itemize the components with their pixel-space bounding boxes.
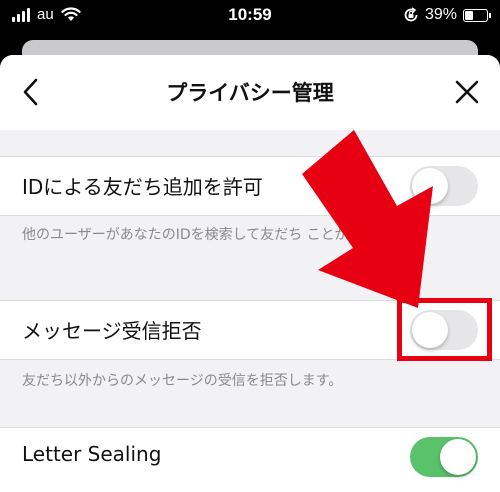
battery-fill — [465, 10, 473, 20]
status-bar: au 10:59 39% — [0, 0, 500, 30]
setting-label: IDによる友だち追加を許可 — [22, 175, 263, 199]
letter-sealing-toggle[interactable] — [410, 437, 478, 477]
rotation-lock-icon — [404, 7, 418, 22]
toggle-knob — [440, 439, 476, 475]
setting-row-allow-id-search: IDによる友だち追加を許可 — [0, 156, 500, 216]
page-title: プライバシー管理 — [166, 81, 334, 105]
setting-row-letter-sealing: Letter Sealing — [0, 427, 500, 492]
setting-label: Letter Sealing — [22, 442, 162, 466]
highlight-box — [397, 298, 492, 361]
setting-description: 友だち以外からのメッセージの受信を拒否します。 — [22, 373, 343, 389]
toggle-knob — [412, 168, 448, 204]
close-icon[interactable] — [454, 79, 480, 105]
battery-icon — [463, 8, 491, 22]
status-right: 39% — [403, 6, 491, 24]
setting-description: 他のユーザーがあなたのIDを検索して友だち ことができます。 — [22, 227, 418, 243]
privacy-sheet: プライバシー管理 IDによる友だち追加を許可 他のユーザーがあなたのIDを検索し… — [0, 55, 500, 492]
navbar: プライバシー管理 — [0, 55, 500, 130]
chevron-left-icon[interactable] — [20, 77, 42, 107]
battery-percent: 39% — [424, 6, 457, 23]
allow-id-search-toggle[interactable] — [410, 166, 478, 206]
setting-label: メッセージ受信拒否 — [22, 319, 202, 343]
